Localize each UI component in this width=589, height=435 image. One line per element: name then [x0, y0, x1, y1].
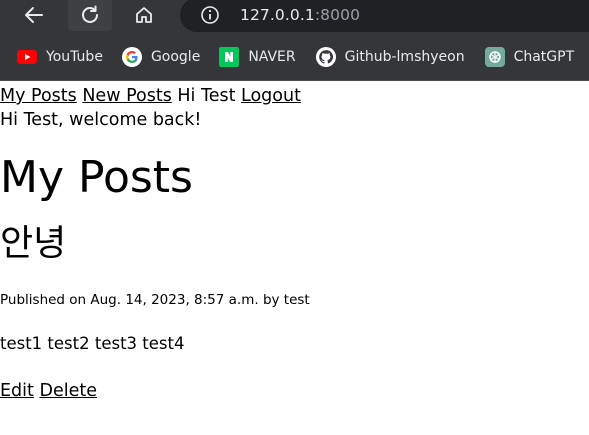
bookmark-youtube[interactable]: YouTube [17, 47, 103, 67]
new-posts-link[interactable]: New Posts [82, 86, 171, 106]
bookmark-label: NAVER [248, 49, 296, 65]
welcome-message: Hi Test, welcome back! [0, 110, 202, 130]
chatgpt-icon [484, 47, 505, 67]
home-icon[interactable] [124, 0, 164, 30]
user-greeting: Hi Test [177, 86, 236, 106]
naver-icon [219, 47, 240, 67]
url-host: 127.0.0.1 [240, 6, 315, 24]
post-title: 안녕 [0, 223, 67, 264]
bookmark-label: ChatGPT [513, 49, 575, 65]
page-content: My Posts New Posts Hi Test Logout Hi Tes… [0, 84, 589, 403]
address-bar[interactable]: 127.0.0.1:8000 [180, 0, 589, 32]
bookmark-google[interactable]: Google [121, 47, 201, 67]
post-actions: Edit Delete [0, 379, 589, 403]
site-info-icon[interactable] [200, 5, 220, 25]
page-title: My Posts [0, 152, 193, 203]
post-item: 안녕 Published on Aug. 14, 2023, 8:57 a.m.… [0, 222, 589, 403]
browser-toolbar: 127.0.0.1:8000 [0, 0, 589, 34]
url-port: :8000 [314, 6, 361, 24]
bookmark-label: Google [150, 49, 201, 65]
delete-link[interactable]: Delete [39, 381, 97, 401]
github-icon [315, 47, 336, 67]
bookmark-chatgpt[interactable]: ChatGPT [484, 47, 575, 67]
bookmark-label: YouTube [46, 49, 103, 65]
youtube-icon [17, 47, 37, 67]
browser-chrome: 127.0.0.1:8000 YouTube Google NAVER Gith… [0, 0, 589, 81]
google-icon [121, 47, 142, 67]
edit-link[interactable]: Edit [0, 381, 34, 401]
post-meta: Published on Aug. 14, 2023, 8:57 a.m. by… [0, 292, 310, 308]
my-posts-link[interactable]: My Posts [0, 86, 77, 106]
back-icon[interactable] [14, 0, 54, 30]
bookmark-github[interactable]: Github-lmshyeon [315, 47, 465, 67]
bookmark-label: Github-lmshyeon [344, 49, 465, 65]
post-content: test1 test2 test3 test4 [0, 334, 185, 353]
url-text: 127.0.0.1:8000 [240, 6, 360, 24]
reload-icon[interactable] [68, 0, 112, 31]
site-nav: My Posts New Posts Hi Test Logout [0, 84, 589, 108]
bookmarks-bar: YouTube Google NAVER Github-lmshyeon Cha… [0, 34, 589, 81]
bookmark-naver[interactable]: NAVER [219, 47, 296, 67]
logout-link[interactable]: Logout [241, 86, 301, 106]
